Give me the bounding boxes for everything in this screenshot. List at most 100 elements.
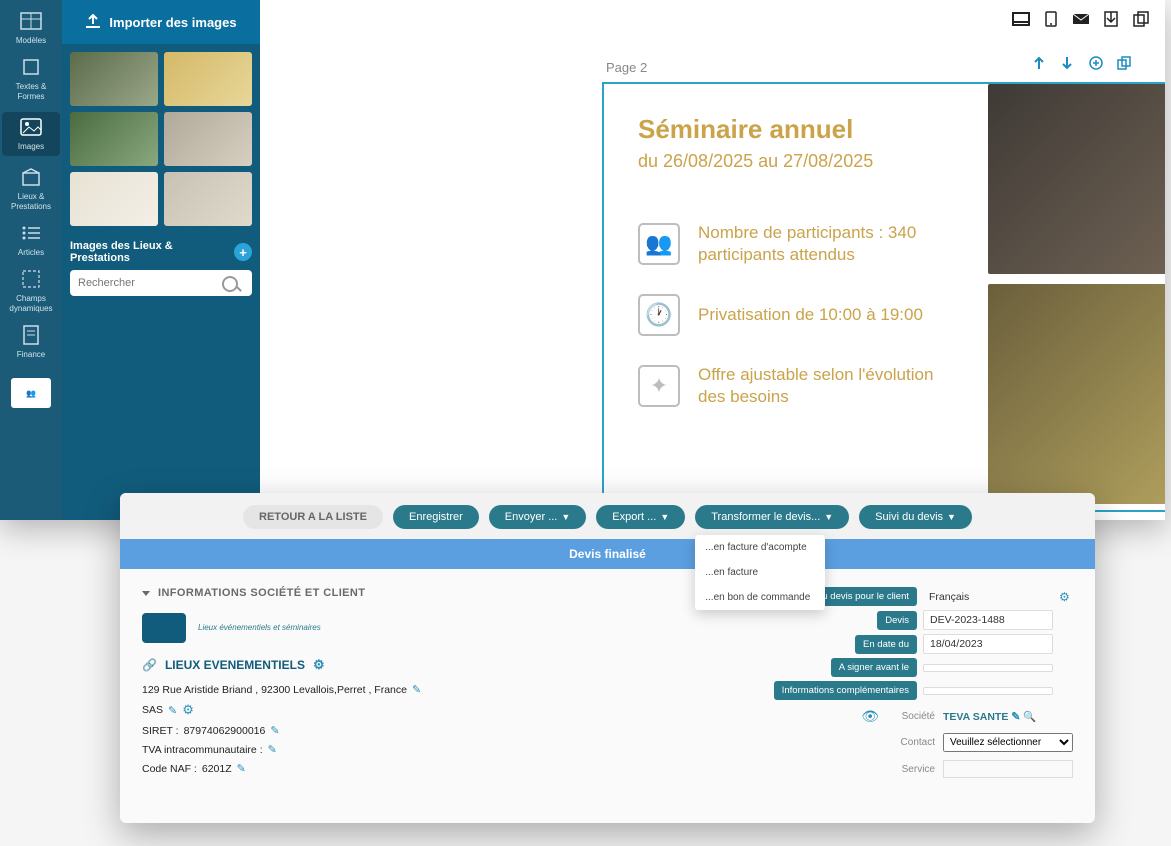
- gear-icon[interactable]: ⚙: [1059, 590, 1073, 604]
- transformer-button[interactable]: Transformer le devis...▼: [695, 505, 849, 529]
- chevron-down-icon: ▼: [660, 512, 669, 522]
- company-logo-row: Lieux événementiels et séminaires: [142, 613, 753, 643]
- thumbnail[interactable]: [70, 172, 158, 226]
- company-logo: [142, 613, 186, 643]
- gear-icon[interactable]: ⚙: [182, 702, 194, 718]
- people-icon: 👥: [638, 223, 680, 265]
- export-button[interactable]: Export ...▼: [596, 505, 685, 529]
- left-col: INFORMATIONS SOCIÉTÉ ET CLIENT Lieux évé…: [142, 587, 753, 781]
- company-address: 129 Rue Aristide Briand , 92300 Levalloi…: [142, 683, 753, 696]
- company-siret: SIRET : 87974062900016 ✎: [142, 724, 753, 737]
- thumbnail[interactable]: [164, 52, 252, 106]
- pencil-icon[interactable]: ✎: [270, 724, 279, 737]
- leaf-icon: ✦: [638, 365, 680, 407]
- kv-date: En date du 18/04/2023: [773, 634, 1073, 654]
- devis-number-field[interactable]: DEV-2023-1488: [923, 610, 1053, 630]
- chevron-down-icon: [142, 591, 150, 596]
- rail: Modèles Textes & Formes Images Lieux & P…: [0, 0, 62, 520]
- upload-icon: [85, 14, 101, 31]
- retour-button[interactable]: RETOUR A LA LISTE: [243, 505, 383, 529]
- canvas: Page 2 Séminaire annuel du 26/08/2025 au…: [260, 0, 1165, 520]
- dropdown-item-commande[interactable]: ...en bon de commande: [695, 585, 825, 610]
- rail-modeles[interactable]: Modèles: [2, 10, 60, 46]
- kv-signer: A signer avant le: [773, 658, 1073, 677]
- editor-window: Modèles Textes & Formes Images Lieux & P…: [0, 0, 1165, 520]
- right-col: Langue du devis pour le client Français …: [773, 587, 1073, 781]
- company-naf: Code NAF : 6201Z ✎: [142, 762, 753, 775]
- page-label: Page 2: [606, 60, 647, 75]
- thumbnail[interactable]: [70, 52, 158, 106]
- add-image-button[interactable]: +: [234, 243, 252, 261]
- search-icon[interactable]: 🔍: [1023, 711, 1036, 723]
- add-page-icon[interactable]: [1089, 56, 1105, 72]
- rail-textes[interactable]: Textes & Formes: [2, 56, 60, 102]
- company-forme: SAS ✎ ⚙: [142, 702, 753, 718]
- devis-body: INFORMATIONS SOCIÉTÉ ET CLIENT Lieux évé…: [120, 569, 1095, 799]
- company-name-row: 🔗 LIEUX EVENEMENTIELS ⚙: [142, 657, 753, 673]
- rail-articles[interactable]: Articles: [2, 222, 60, 258]
- envelope-icon[interactable]: [1071, 10, 1091, 28]
- chevron-down-icon: ▼: [561, 512, 570, 522]
- gear-icon[interactable]: ⚙: [313, 657, 325, 673]
- rail-images[interactable]: Images: [2, 112, 60, 156]
- kv-devis: Devis DEV-2023-1488: [773, 610, 1073, 630]
- download-icon[interactable]: [1101, 10, 1121, 28]
- link-icon: 🔗: [142, 658, 157, 672]
- page-content[interactable]: Séminaire annuel du 26/08/2025 au 27/08/…: [602, 82, 1165, 512]
- import-images-button[interactable]: Importer des images: [62, 0, 260, 44]
- section-header[interactable]: INFORMATIONS SOCIÉTÉ ET CLIENT: [142, 587, 753, 599]
- thumbnail[interactable]: [70, 112, 158, 166]
- page-image[interactable]: [988, 284, 1165, 504]
- kv-contact: Contact Veuillez sélectionner: [773, 733, 1073, 752]
- info-field[interactable]: [923, 687, 1053, 695]
- contact-select[interactable]: Veuillez sélectionner: [943, 733, 1073, 752]
- enregistrer-button[interactable]: Enregistrer: [393, 505, 479, 529]
- dropdown-item-facture[interactable]: ...en facture: [695, 560, 825, 585]
- rail-lieux[interactable]: Lieux & Prestations: [2, 166, 60, 212]
- chevron-down-icon: ▼: [947, 512, 956, 522]
- service-field[interactable]: [943, 760, 1073, 778]
- suivi-button[interactable]: Suivi du devis▼: [859, 505, 972, 529]
- pencil-icon[interactable]: ✎: [168, 704, 177, 717]
- signer-field[interactable]: [923, 664, 1053, 672]
- pencil-icon[interactable]: ✎: [1011, 711, 1020, 723]
- rail-finance[interactable]: Finance: [2, 324, 60, 360]
- package-icon: [18, 166, 44, 188]
- copy-icon[interactable]: [1131, 10, 1151, 28]
- tablet-icon[interactable]: [1041, 10, 1061, 28]
- layout-icon[interactable]: [1011, 10, 1031, 28]
- pencil-icon[interactable]: ✎: [237, 762, 246, 775]
- image-thumbnails: [62, 44, 260, 234]
- company-tva: TVA intracommunautaire : ✎: [142, 743, 753, 756]
- document-icon: [18, 324, 44, 346]
- envoyer-button[interactable]: Envoyer ...▼: [489, 505, 587, 529]
- brand-logo: 👥: [11, 378, 51, 408]
- clock-icon: 🕐: [638, 294, 680, 336]
- devis-window: RETOUR A LA LISTE Enregistrer Envoyer ..…: [120, 493, 1095, 823]
- transformer-dropdown: ...en facture d'acompte ...en facture ..…: [695, 535, 825, 610]
- move-up-icon[interactable]: [1033, 56, 1049, 72]
- date-field[interactable]: 18/04/2023: [923, 634, 1053, 654]
- selection-icon: [18, 268, 44, 290]
- list-icon: [18, 222, 44, 244]
- thumbnail[interactable]: [164, 112, 252, 166]
- crop-icon: [18, 56, 44, 78]
- duplicate-icon[interactable]: [1117, 56, 1133, 72]
- kv-service: Service: [773, 760, 1073, 778]
- pencil-icon[interactable]: ✎: [268, 743, 277, 756]
- pencil-icon[interactable]: ✎: [412, 683, 421, 696]
- side-panel: Importer des images Images des Lieux & P…: [62, 0, 260, 520]
- kv-info: Informations complémentaires: [773, 681, 1073, 700]
- dropdown-item-acompte[interactable]: ...en facture d'acompte: [695, 535, 825, 560]
- rail-champs[interactable]: Champs dynamiques: [2, 268, 60, 314]
- thumbnail[interactable]: [164, 172, 252, 226]
- section-lieux-images: Images des Lieux & Prestations +: [62, 234, 260, 270]
- transformer-wrap: Transformer le devis...▼ ...en facture d…: [695, 505, 849, 529]
- page-image[interactable]: [988, 84, 1165, 274]
- search-wrap: [62, 270, 260, 304]
- move-down-icon[interactable]: [1061, 56, 1077, 72]
- canvas-actions: [1011, 10, 1151, 28]
- eye-icon[interactable]: 👁: [861, 708, 879, 725]
- devis-toolbar: RETOUR A LA LISTE Enregistrer Envoyer ..…: [120, 493, 1095, 539]
- image-icon: [18, 116, 44, 138]
